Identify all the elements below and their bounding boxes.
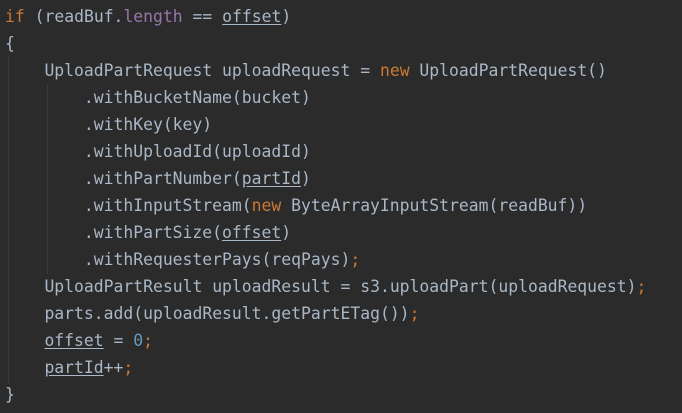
code-token: ;	[636, 277, 647, 296]
code-token: {	[5, 34, 15, 53]
code-line[interactable]: }	[5, 381, 15, 408]
indent-guide	[47, 84, 48, 274]
code-token: =	[103, 331, 134, 350]
code-line[interactable]: .withBucketName(bucket)	[84, 84, 311, 111]
code-token: UploadPartRequest uploadRequest =	[44, 61, 380, 80]
code-token: UploadPartResult uploadResult = s3.uploa…	[44, 277, 637, 296]
code-token: )	[281, 223, 292, 242]
code-line[interactable]: if (readBuf.length == offset)	[5, 3, 291, 30]
code-line[interactable]: .withPartSize(offset)	[84, 219, 291, 246]
code-line[interactable]: .withPartNumber(partId)	[84, 165, 311, 192]
code-token: new	[251, 196, 282, 215]
code-token: }	[5, 385, 15, 404]
code-token: UploadPartRequest()	[409, 61, 607, 80]
code-token: .withUploadId(uploadId)	[83, 142, 311, 161]
code-token: offset	[222, 7, 282, 26]
code-token: ByteArrayInputStream(readBuf))	[281, 196, 588, 215]
code-token: .withPartNumber(	[83, 169, 242, 188]
code-token: length	[123, 7, 183, 26]
code-token: )	[300, 169, 311, 188]
code-token: ;	[409, 304, 420, 323]
code-token: offset	[44, 331, 104, 350]
code-token: .withKey(key)	[83, 115, 213, 134]
indent-guide	[8, 56, 9, 384]
code-line[interactable]: {	[5, 30, 15, 57]
code-token: (readBuf.	[24, 7, 124, 26]
code-token: partId	[241, 169, 301, 188]
code-token: offset	[222, 223, 282, 242]
code-token: ;	[143, 331, 154, 350]
code-editor[interactable]: if (readBuf.length == offset) { UploadPart…	[0, 0, 682, 413]
code-token: parts.add(uploadResult.getPartETag())	[44, 304, 410, 323]
code-token: .withRequesterPays(reqPays)	[83, 250, 351, 269]
code-token: partId	[44, 358, 104, 377]
code-line[interactable]: parts.add(uploadResult.getPartETag());	[44, 300, 419, 327]
code-line[interactable]: .withRequesterPays(reqPays);	[84, 246, 360, 273]
code-line[interactable]: UploadPartRequest uploadRequest = new Up…	[44, 57, 607, 84]
code-line[interactable]: UploadPartResult uploadResult = s3.uploa…	[44, 273, 646, 300]
code-token: 0	[133, 331, 144, 350]
code-token: ++	[103, 358, 124, 377]
code-line[interactable]: .withInputStream(new ByteArrayInputStrea…	[84, 192, 587, 219]
code-line[interactable]: partId++;	[44, 354, 133, 381]
code-token: new	[379, 61, 410, 80]
code-token: ;	[350, 250, 361, 269]
code-token: .withInputStream(	[83, 196, 252, 215]
code-line[interactable]: .withKey(key)	[84, 111, 212, 138]
code-token: if	[5, 7, 25, 26]
code-token: ==	[182, 7, 223, 26]
code-token: .withBucketName(bucket)	[83, 88, 311, 107]
code-token: .withPartSize(	[83, 223, 223, 242]
code-token: ;	[123, 358, 134, 377]
code-token: )	[281, 7, 292, 26]
code-line[interactable]: .withUploadId(uploadId)	[84, 138, 311, 165]
code-line[interactable]: offset = 0;	[44, 327, 153, 354]
